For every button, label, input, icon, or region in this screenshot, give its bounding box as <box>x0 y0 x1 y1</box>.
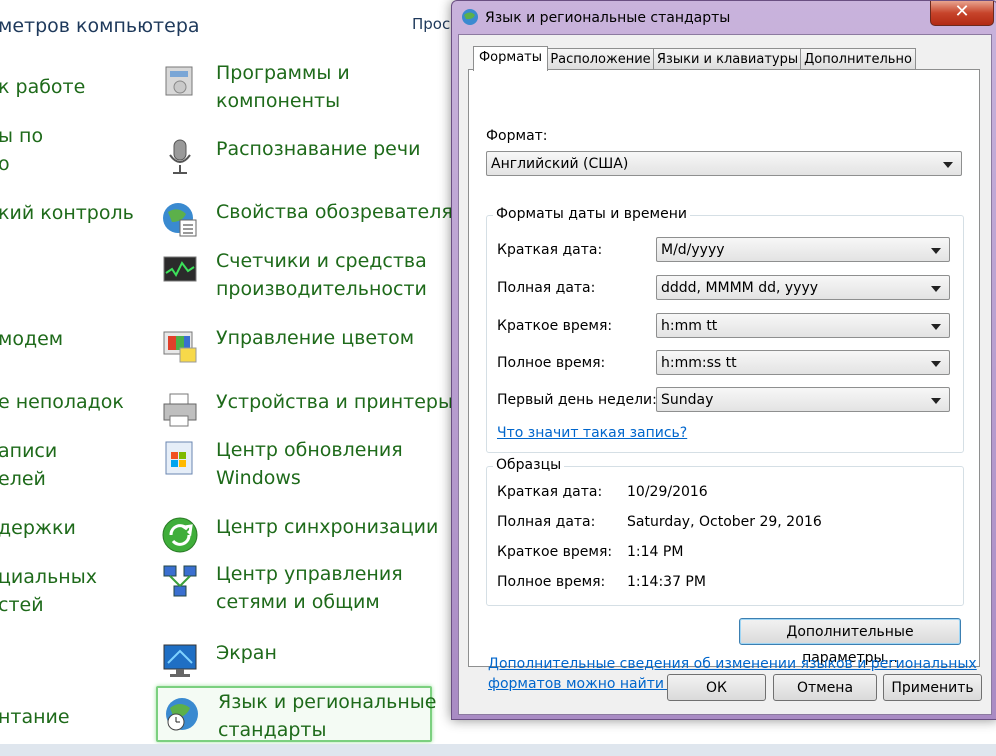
chevron-down-icon <box>931 324 941 330</box>
formats-page: Формат: Английский (США) Форматы даты и … <box>468 69 980 692</box>
sample-long-date-label: Полная дата: <box>497 514 596 530</box>
cp-item-label: Центр управления сетями и общим <box>216 563 403 613</box>
cp-item-performance[interactable]: Счетчики и средства производительности <box>156 247 428 303</box>
short-date-value: M/d/yyyy <box>661 242 725 258</box>
cp-item-windows-update[interactable]: Центр обновления Windows <box>156 436 428 492</box>
datetime-group-title: Форматы даты и времени <box>493 206 690 222</box>
long-date-select[interactable]: dddd, MMMM dd, yyyy <box>656 275 950 300</box>
long-time-label: Полное время: <box>497 355 606 371</box>
cp-item-label: Устройства и принтеры <box>216 391 453 413</box>
printer-icon <box>163 393 197 427</box>
sample-short-date-value: 10/29/2016 <box>627 484 708 500</box>
sample-short-time-value: 1:14 PM <box>627 544 684 560</box>
left-link-1[interactable]: к работе <box>0 73 85 101</box>
dialog-title: Язык и региональные стандарты <box>485 10 731 26</box>
short-date-label: Краткая дата: <box>497 242 603 258</box>
color-management-icon <box>163 331 197 363</box>
cp-item-printers[interactable]: Устройства и принтеры <box>156 388 453 427</box>
windows-update-icon <box>165 441 193 475</box>
taskbar-edge <box>0 744 996 756</box>
programs-icon <box>165 66 193 96</box>
cp-item-sync[interactable]: Центр синхронизации <box>156 513 438 553</box>
cp-item-color[interactable]: Управление цветом <box>156 324 428 363</box>
sync-icon <box>162 517 198 553</box>
left-link-4[interactable]: модем <box>0 325 63 353</box>
cp-item-network[interactable]: Центр управления сетями и общим <box>156 560 428 616</box>
view-label: Прос <box>412 15 451 33</box>
cp-item-speech[interactable]: Распознавание речи <box>156 135 428 174</box>
sample-short-date-label: Краткая дата: <box>497 484 603 500</box>
first-day-label: Первый день недели: <box>497 392 657 408</box>
display-icon <box>163 644 197 677</box>
chevron-down-icon <box>931 398 941 404</box>
left-link-7[interactable]: держки <box>0 514 76 542</box>
internet-options-icon <box>163 203 197 237</box>
cp-item-programs[interactable]: Программы и компоненты <box>156 59 428 115</box>
cp-item-label: Распознавание речи <box>216 138 421 160</box>
first-day-select[interactable]: Sunday <box>656 387 950 412</box>
cp-item-label: Язык и региональные стандарты <box>218 691 437 741</box>
info-link-line-1[interactable]: Дополнительные сведения об изменении язы… <box>488 656 977 672</box>
region-icon <box>166 698 198 731</box>
long-date-label: Полная дата: <box>497 280 596 296</box>
cp-item-label: Счетчики и средства производительности <box>216 250 427 300</box>
control-panel-title: метров компьютера <box>0 15 200 37</box>
short-date-select[interactable]: M/d/yyyy <box>656 237 950 262</box>
short-time-label: Краткое время: <box>497 318 613 334</box>
chevron-down-icon <box>943 162 953 168</box>
close-button[interactable]: ✕ <box>930 1 994 26</box>
microphone-icon <box>169 139 191 174</box>
sample-long-time-value: 1:14:37 PM <box>627 574 706 590</box>
notation-help-link[interactable]: Что значит такая запись? <box>497 425 687 441</box>
additional-settings-button[interactable]: Дополнительные параметры... <box>739 618 961 666</box>
cp-item-label: Программы и компоненты <box>216 62 350 112</box>
chevron-down-icon <box>931 361 941 367</box>
tab-administrative[interactable]: Дополнительно <box>800 48 916 70</box>
left-link-8[interactable]: циальных стей <box>0 563 97 619</box>
cp-item-label: Экран <box>216 642 277 664</box>
short-time-select[interactable]: h:mm tt <box>656 313 950 338</box>
left-link-6[interactable]: аписи елей <box>0 437 57 493</box>
cp-item-label: Управление цветом <box>216 327 415 349</box>
chevron-down-icon <box>931 248 941 254</box>
long-time-value: h:mm:ss tt <box>661 355 737 371</box>
left-link-3[interactable]: кий контроль <box>0 199 134 227</box>
sample-short-time-label: Краткое время: <box>497 544 613 560</box>
dialog-body: Форматы Расположение Языки и клавиатуры … <box>458 34 992 715</box>
cp-item-display[interactable]: Экран <box>156 639 428 677</box>
left-link-5[interactable]: е неполадок <box>0 388 124 416</box>
apply-button[interactable]: Применить <box>883 674 982 701</box>
region-dialog: Язык и региональные стандарты ✕ Форматы … <box>451 0 996 720</box>
left-link-2[interactable]: ы по о <box>0 122 43 178</box>
ok-button[interactable]: ОК <box>667 674 766 701</box>
cp-item-label: Центр синхронизации <box>216 516 439 538</box>
chevron-down-icon <box>931 286 941 292</box>
short-time-value: h:mm tt <box>661 318 718 334</box>
tab-formats[interactable]: Форматы <box>473 46 548 71</box>
cp-item-label: Свойства обозревателя <box>216 201 453 223</box>
tab-keyboards[interactable]: Языки и клавиатуры <box>653 48 802 70</box>
cp-item-internet-options[interactable]: Свойства обозревателя <box>156 198 453 237</box>
cancel-button[interactable]: Отмена <box>773 674 877 701</box>
sample-long-date-value: Saturday, October 29, 2016 <box>627 514 822 530</box>
format-value: Английский (США) <box>491 156 629 172</box>
cp-item-label: Центр обновления Windows <box>216 439 403 489</box>
cp-item-region[interactable]: Язык и региональные стандарты <box>156 686 436 742</box>
long-date-value: dddd, MMMM dd, yyyy <box>661 280 819 296</box>
first-day-value: Sunday <box>661 392 714 408</box>
performance-icon <box>163 256 197 282</box>
format-label: Формат: <box>486 128 548 144</box>
tab-location[interactable]: Расположение <box>546 48 655 70</box>
network-icon <box>163 565 197 597</box>
sample-long-time-label: Полное время: <box>497 574 606 590</box>
globe-icon <box>462 9 478 25</box>
long-time-select[interactable]: h:mm:ss tt <box>656 350 950 375</box>
left-link-9[interactable]: нтание <box>0 703 70 731</box>
samples-group-title: Образцы <box>493 457 565 473</box>
format-select[interactable]: Английский (США) <box>486 151 962 176</box>
